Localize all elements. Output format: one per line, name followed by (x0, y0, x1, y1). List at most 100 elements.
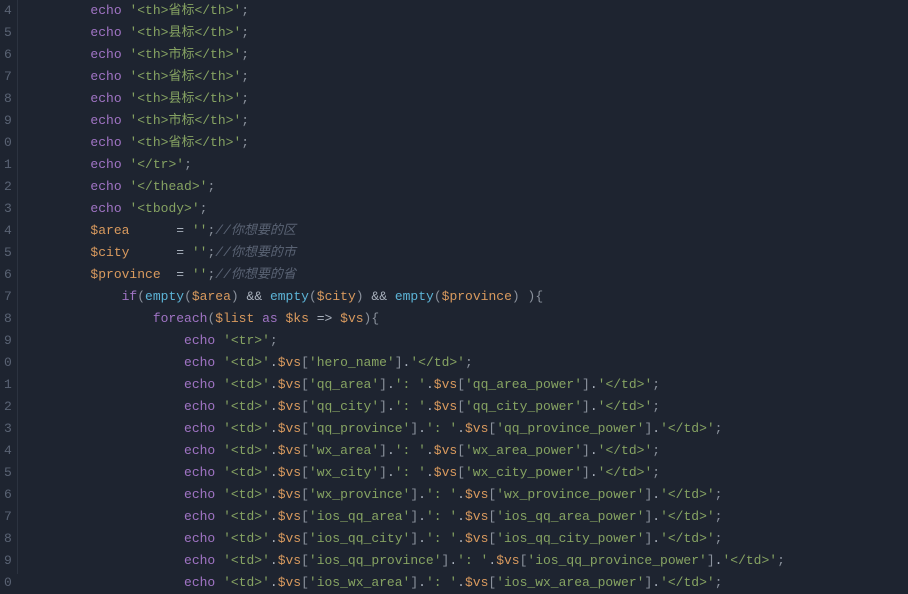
token-punc: ; (715, 531, 723, 546)
code-line[interactable]: echo '<td>'.$vs['qq_area'].': '.$vs['qq_… (28, 374, 785, 396)
token-punc: [ (301, 531, 309, 546)
token-op: . (457, 421, 465, 436)
code-line[interactable]: echo '<td>'.$vs['wx_province'].': '.$vs[… (28, 484, 785, 506)
token-punc: ; (241, 113, 249, 128)
token-op: . (270, 531, 278, 546)
token-op: . (449, 553, 457, 568)
code-line[interactable]: echo '</thead>'; (28, 176, 785, 198)
token-kw: echo (90, 3, 121, 18)
token-punc: ] (410, 531, 418, 546)
line-number: 4 (4, 440, 9, 462)
code-line[interactable]: foreach($list as $ks => $vs){ (28, 308, 785, 330)
code-line[interactable]: echo '<th>市标</th>'; (28, 44, 785, 66)
code-content[interactable]: echo '<th>省标</th>'; echo '<th>县标</th>'; … (18, 0, 785, 574)
token-str: 'qq_province' (309, 421, 410, 436)
token-punc: ] (582, 399, 590, 414)
token-str: '<th>省标</th>' (129, 135, 241, 150)
token-op: . (418, 509, 426, 524)
token-kw: echo (90, 201, 121, 216)
token-var: $vs (465, 575, 488, 590)
token-str: ': ' (426, 509, 457, 524)
token-punc: { (371, 311, 379, 326)
code-line[interactable]: echo '<td>'.$vs['qq_province'].': '.$vs[… (28, 418, 785, 440)
token-str: 'wx_city_power' (465, 465, 582, 480)
line-number: 0 (4, 132, 9, 154)
token-str: ': ' (426, 531, 457, 546)
token-op: . (270, 377, 278, 392)
token-kw: echo (90, 113, 121, 128)
token-str: ': ' (426, 421, 457, 436)
token-var: $vs (278, 355, 301, 370)
code-line[interactable]: echo '<th>省标</th>'; (28, 132, 785, 154)
token-punc: ; (715, 421, 723, 436)
token-var: $vs (465, 487, 488, 502)
code-line[interactable]: echo '<td>'.$vs['qq_city'].': '.$vs['qq_… (28, 396, 785, 418)
code-line[interactable]: echo '<th>省标</th>'; (28, 0, 785, 22)
code-editor[interactable]: 456789012345678901234567890 echo '<th>省标… (0, 0, 908, 574)
code-line[interactable]: $province = '';//你想要的省 (28, 264, 785, 286)
token-op: . (270, 421, 278, 436)
token-op: . (590, 465, 598, 480)
token-str: '<td>' (223, 575, 270, 590)
code-line[interactable]: echo '<th>县标</th>'; (28, 22, 785, 44)
token-punc: [ (301, 399, 309, 414)
token-punc: ; (241, 3, 249, 18)
token-var: $area (192, 289, 231, 304)
code-line[interactable]: echo '<td>'.$vs['ios_wx_area'].': '.$vs[… (28, 572, 785, 594)
code-line[interactable]: echo '<td>'.$vs['ios_qq_province'].': '.… (28, 550, 785, 572)
token-var: $vs (340, 311, 363, 326)
token-str: 'qq_province_power' (496, 421, 644, 436)
code-line[interactable]: $city = '';//你想要的市 (28, 242, 785, 264)
token-op: . (270, 399, 278, 414)
code-line[interactable]: echo '<td>'.$vs['wx_area'].': '.$vs['wx_… (28, 440, 785, 462)
token-str: '<tr>' (223, 333, 270, 348)
token-punc: ; (241, 91, 249, 106)
code-line[interactable]: echo '<td>'.$vs['hero_name'].'</td>'; (28, 352, 785, 374)
token-punc: ; (715, 509, 723, 524)
token-kw: echo (184, 399, 215, 414)
token-punc: ] (379, 377, 387, 392)
token-str: 'wx_area' (309, 443, 379, 458)
token-punc: ; (652, 399, 660, 414)
code-line[interactable]: echo '<th>县标</th>'; (28, 88, 785, 110)
code-line[interactable]: echo '<td>'.$vs['wx_city'].': '.$vs['wx_… (28, 462, 785, 484)
token-str: '</td>' (660, 487, 715, 502)
token-punc: ) (231, 289, 239, 304)
token-op: = (176, 223, 184, 238)
token-var: $vs (465, 531, 488, 546)
token-punc: ] (582, 465, 590, 480)
token-punc: ( (309, 289, 317, 304)
token-kw: echo (184, 333, 215, 348)
token-str: '<th>省标</th>' (129, 3, 241, 18)
token-punc: ] (379, 399, 387, 414)
token-str: 'wx_area_power' (465, 443, 582, 458)
token-punc: ; (652, 443, 660, 458)
code-line[interactable]: echo '<tr>'; (28, 330, 785, 352)
token-var: $vs (278, 399, 301, 414)
code-line[interactable]: echo '<td>'.$vs['ios_qq_city'].': '.$vs[… (28, 528, 785, 550)
token-punc: ( (434, 289, 442, 304)
token-kw: echo (90, 91, 121, 106)
token-var: $city (90, 245, 129, 260)
token-var: $vs (434, 377, 457, 392)
token-str: '</tr>' (129, 157, 184, 172)
token-kw: echo (184, 575, 215, 590)
code-line[interactable]: echo '<th>市标</th>'; (28, 110, 785, 132)
token-str: '</td>' (660, 575, 715, 590)
code-line[interactable]: echo '<td>'.$vs['ios_qq_area'].': '.$vs[… (28, 506, 785, 528)
token-punc: ( (137, 289, 145, 304)
token-op: && (371, 289, 387, 304)
token-op: . (270, 553, 278, 568)
token-kw: echo (90, 25, 121, 40)
code-line[interactable]: $area = '';//你想要的区 (28, 220, 785, 242)
line-number: 1 (4, 374, 9, 396)
code-line[interactable]: echo '</tr>'; (28, 154, 785, 176)
code-line[interactable]: echo '<tbody>'; (28, 198, 785, 220)
token-op: . (457, 487, 465, 502)
token-var: $province (442, 289, 512, 304)
token-str: '<td>' (223, 509, 270, 524)
token-punc: [ (301, 553, 309, 568)
token-op: . (652, 531, 660, 546)
code-line[interactable]: if(empty($area) && empty($city) && empty… (28, 286, 785, 308)
code-line[interactable]: echo '<th>省标</th>'; (28, 66, 785, 88)
